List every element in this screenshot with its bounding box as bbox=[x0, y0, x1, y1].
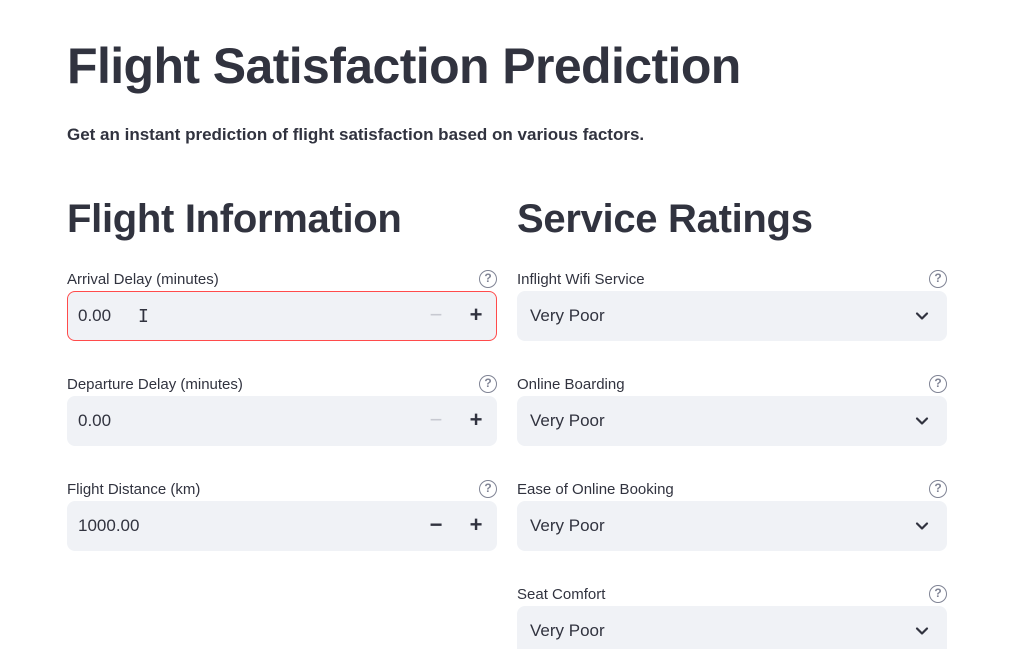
online-boarding-select[interactable]: Very Poor bbox=[517, 396, 947, 446]
online-booking-select[interactable]: Very Poor bbox=[517, 501, 947, 551]
seat-comfort-select[interactable]: Very Poor bbox=[517, 606, 947, 649]
seat-comfort-selected-value[interactable]: Very Poor bbox=[530, 606, 605, 649]
chevron-down-icon[interactable] bbox=[915, 519, 929, 533]
question-circle-icon[interactable]: ? bbox=[929, 270, 947, 288]
service-ratings-heading: Service Ratings bbox=[517, 197, 813, 241]
departure-delay-decrement-button[interactable]: − bbox=[416, 397, 456, 445]
arrival-delay-input[interactable]: 0.00 I − + bbox=[67, 291, 497, 341]
inflight-wifi-label: Inflight Wifi Service bbox=[517, 271, 645, 288]
seat-comfort-label: Seat Comfort bbox=[517, 586, 606, 603]
text-cursor-icon: I bbox=[138, 306, 149, 327]
online-booking-label: Ease of Online Booking bbox=[517, 481, 674, 498]
chevron-down-icon[interactable] bbox=[915, 309, 929, 323]
departure-delay-input[interactable]: 0.00 − + bbox=[67, 396, 497, 446]
flight-distance-decrement-button[interactable]: − bbox=[416, 502, 456, 550]
page-subtitle: Get an instant prediction of flight sati… bbox=[67, 125, 645, 144]
arrival-delay-value[interactable]: 0.00 bbox=[78, 292, 111, 340]
departure-delay-label: Departure Delay (minutes) bbox=[67, 376, 243, 393]
departure-delay-value[interactable]: 0.00 bbox=[78, 397, 111, 445]
chevron-down-icon[interactable] bbox=[915, 624, 929, 638]
flight-distance-value[interactable]: 1000.00 bbox=[78, 502, 139, 550]
app-page: Flight Satisfaction Prediction Get an in… bbox=[0, 0, 1025, 649]
chevron-down-icon[interactable] bbox=[915, 414, 929, 428]
online-boarding-label: Online Boarding bbox=[517, 376, 625, 393]
question-circle-icon[interactable]: ? bbox=[929, 375, 947, 393]
arrival-delay-decrement-button[interactable]: − bbox=[416, 292, 456, 340]
flight-information-heading: Flight Information bbox=[67, 197, 402, 241]
arrival-delay-label: Arrival Delay (minutes) bbox=[67, 271, 219, 288]
inflight-wifi-select[interactable]: Very Poor bbox=[517, 291, 947, 341]
question-circle-icon[interactable]: ? bbox=[929, 480, 947, 498]
inflight-wifi-selected-value[interactable]: Very Poor bbox=[530, 291, 605, 341]
online-booking-selected-value[interactable]: Very Poor bbox=[530, 501, 605, 551]
flight-distance-input[interactable]: 1000.00 − + bbox=[67, 501, 497, 551]
question-circle-icon[interactable]: ? bbox=[479, 480, 497, 498]
question-circle-icon[interactable]: ? bbox=[479, 375, 497, 393]
flight-distance-label: Flight Distance (km) bbox=[67, 481, 201, 498]
flight-distance-increment-button[interactable]: + bbox=[456, 502, 496, 550]
question-circle-icon[interactable]: ? bbox=[929, 585, 947, 603]
departure-delay-increment-button[interactable]: + bbox=[456, 397, 496, 445]
page-title: Flight Satisfaction Prediction bbox=[67, 38, 741, 94]
online-boarding-selected-value[interactable]: Very Poor bbox=[530, 396, 605, 446]
question-circle-icon[interactable]: ? bbox=[479, 270, 497, 288]
arrival-delay-increment-button[interactable]: + bbox=[456, 292, 496, 340]
